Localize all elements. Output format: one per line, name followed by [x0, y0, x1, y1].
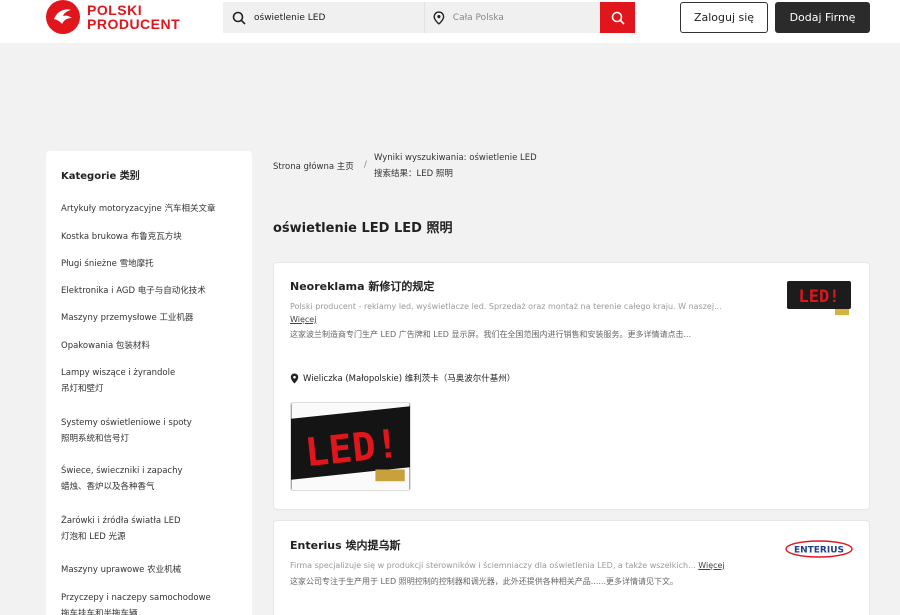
company-card[interactable]: Enterius 埃内提乌斯 Firma specjalizuje się w …	[273, 520, 870, 615]
company-logo-text: ENTERIUS	[794, 546, 844, 556]
sidebar-title: Kategorie 类别	[61, 171, 140, 182]
company-logo[interactable]: ENTERIUS	[784, 539, 854, 559]
company-description-text: Polski producent - reklamy led, wyświetl…	[290, 302, 722, 311]
category-label: Artykuły motoryzacyjne 汽车相关文章	[61, 204, 216, 214]
category-label-cn: 蜡烛、香炉以及各种香气	[61, 482, 155, 492]
category-item[interactable]: Systemy oświetleniowe i spoty 照明系统和信号灯	[61, 415, 246, 447]
company-photo[interactable]: LED!	[290, 402, 411, 491]
category-label-cn: 吊灯和壁灯	[61, 384, 104, 394]
company-description-text: Firma specjalizuje się w produkcji stero…	[290, 561, 696, 570]
category-label-cn: 灯泡和 LED 光源	[61, 532, 126, 542]
breadcrumb-home-link[interactable]: Strona główna 主页	[273, 160, 354, 172]
breadcrumb-current-label-cn: 搜索结果：LED 照明	[374, 169, 453, 179]
category-item[interactable]: Przyczepy i naczepy samochodowe 拖车挂车和半拖车…	[61, 590, 246, 615]
category-item[interactable]: Artykuły motoryzacyjne 汽车相关文章	[61, 201, 246, 217]
category-label: Elektronika i AGD 电子与自动化技术	[61, 286, 206, 296]
breadcrumb-current: Wyniki wyszukiwania: oświetlenie LED 搜索结…	[374, 150, 537, 182]
breadcrumb-current-label: Wyniki wyszukiwania: oświetlenie LED	[374, 153, 537, 163]
search-icon	[232, 11, 246, 25]
category-item[interactable]: Pługi śnieżne 雪地摩托	[61, 256, 246, 272]
company-card[interactable]: Neoreklama 新修订的规定 Polski producent - rek…	[273, 262, 870, 510]
category-label: Pługi śnieżne 雪地摩托	[61, 259, 154, 269]
location-pin-icon	[290, 373, 299, 383]
site-logo[interactable]: POLSKI PRODUCENT	[46, 0, 180, 34]
category-item[interactable]: Lampy wiszące i żyrandole 吊灯和壁灯	[61, 365, 246, 397]
company-logo-text: LED!	[799, 287, 840, 307]
logo-line1: POLSKI	[87, 2, 143, 18]
search-query-box	[223, 2, 425, 33]
category-label: Świece, świeczniki i zapachy	[61, 466, 183, 476]
company-location-text: Wieliczka (Małopolskie) 维利茨卡（马奥波尔什基州）	[303, 374, 516, 384]
search-button[interactable]	[600, 2, 635, 33]
company-name[interactable]: Enterius 埃内提乌斯	[290, 537, 400, 553]
location-box	[425, 2, 600, 33]
location-input[interactable]	[452, 12, 600, 23]
category-item[interactable]: Maszyny przemysłowe 工业机器	[61, 310, 246, 326]
category-label-cn: 照明系统和信号灯	[61, 434, 130, 444]
company-description: Polski producent - reklamy led, wyświetl…	[290, 300, 730, 326]
logo-text: POLSKI PRODUCENT	[87, 3, 180, 31]
category-label: Systemy oświetleniowe i spoty	[61, 418, 192, 428]
eagle-logo-icon	[46, 0, 80, 34]
category-item[interactable]: Maszyny uprawowe 农业机械	[61, 562, 246, 578]
search-input[interactable]	[254, 12, 404, 23]
category-label: Lampy wiszące i żyrandole	[61, 368, 176, 378]
search-icon	[611, 11, 625, 25]
category-label: Maszyny przemysłowe 工业机器	[61, 313, 194, 323]
more-link[interactable]: Więcej	[290, 315, 316, 324]
company-description: Firma specjalizuje się w produkcji stero…	[290, 559, 770, 572]
category-item[interactable]: Opakowania 包装材料	[61, 338, 246, 354]
company-description-cn: 这家波兰制造商专门生产 LED 广告牌和 LED 显示屏。我们在全国范围内进行销…	[290, 330, 692, 339]
company-location: Wieliczka (Małopolskie) 维利茨卡（马奥波尔什基州）	[290, 372, 515, 384]
category-item[interactable]: Żarówki i źródła światła LED 灯泡和 LED 光源	[61, 513, 246, 545]
breadcrumb-separator: /	[364, 160, 367, 170]
more-link[interactable]: Więcej	[698, 561, 724, 570]
category-label: Żarówki i źródła światła LED	[61, 516, 181, 526]
category-label-cn: 拖车挂车和半拖车辆	[61, 609, 138, 615]
category-label: Przyczepy i naczepy samochodowe	[61, 593, 211, 603]
category-item[interactable]: Elektronika i AGD 电子与自动化技术	[61, 283, 246, 299]
login-button[interactable]: Zaloguj się	[680, 2, 768, 33]
search-bar	[223, 2, 635, 33]
top-header: POLSKI PRODUCENT Zaloguj się Dodaj Firmę	[0, 0, 900, 43]
category-label: Opakowania 包装材料	[61, 341, 150, 351]
category-label: Kostka brukowa 布鲁克瓦方块	[61, 232, 182, 242]
category-item[interactable]: Kostka brukowa 布鲁克瓦方块	[61, 229, 246, 245]
category-label: Maszyny uprawowe 农业机械	[61, 565, 182, 575]
company-logo[interactable]: LED!	[787, 281, 851, 317]
category-sidebar: Kategorie 类别 Artykuły motoryzacyjne 汽车相关…	[46, 151, 252, 615]
location-pin-icon	[433, 10, 445, 25]
page-title: oświetlenie LED LED 照明	[273, 221, 453, 236]
category-item[interactable]: Świece, świeczniki i zapachy 蜡烛、香炉以及各种香气	[61, 463, 246, 495]
company-description-cn: 这家公司专注于生产用于 LED 照明控制的控制器和调光器，此外还提供各种相关产品…	[290, 577, 679, 586]
logo-line2: PRODUCENT	[87, 16, 181, 32]
add-company-button[interactable]: Dodaj Firmę	[775, 2, 870, 33]
company-name[interactable]: Neoreklama 新修订的规定	[290, 278, 434, 294]
